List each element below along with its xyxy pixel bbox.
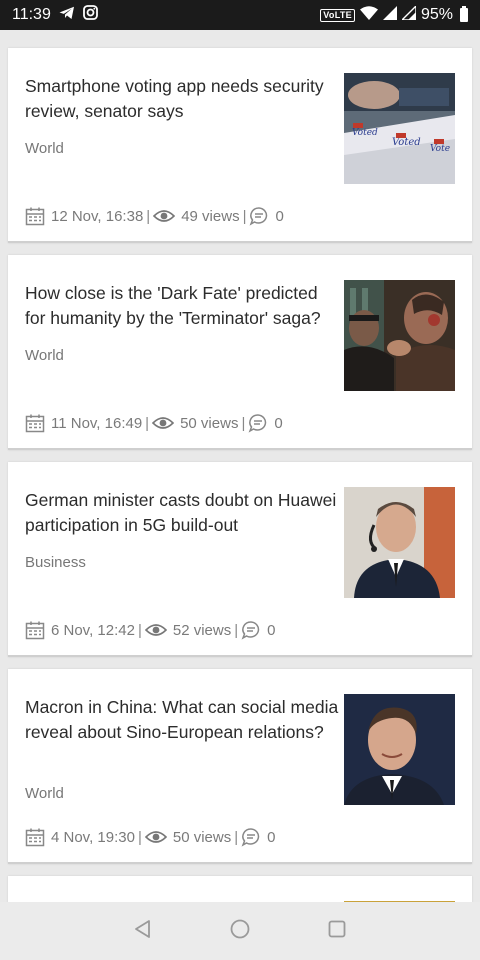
back-icon	[133, 919, 153, 944]
eye-icon	[144, 623, 167, 637]
recents-icon	[327, 919, 347, 944]
article-meta: 12 Nov, 16:38 | 49 views | 0	[25, 206, 284, 226]
calendar-icon	[25, 827, 45, 847]
article-category[interactable]: World	[25, 347, 64, 364]
article-card[interactable]: How close is the 'Dark Fate' predicted f…	[8, 255, 472, 450]
article-category[interactable]: World	[25, 785, 64, 802]
article-title[interactable]: Macron in China: What can social media r…	[25, 695, 340, 745]
eye-icon	[144, 830, 167, 844]
calendar-icon	[25, 620, 45, 640]
comment-icon	[241, 620, 261, 640]
instagram-icon	[82, 5, 98, 25]
article-card[interactable]: Smartphone voting app needs security rev…	[8, 48, 472, 243]
article-comments: 0	[267, 828, 276, 846]
article-card[interactable]: Macron in China: What can social media r…	[8, 669, 472, 864]
article-views: 50 views	[180, 414, 239, 432]
svg-text:Voted: Voted	[392, 137, 421, 148]
home-button[interactable]	[220, 911, 260, 951]
article-meta: 4 Nov, 19:30 | 50 views | 0	[25, 827, 275, 847]
article-comments: 0	[274, 414, 283, 432]
article-meta: 11 Nov, 16:49 | 50 views | 0	[25, 413, 283, 433]
news-feed[interactable]: Smartphone voting app needs security rev…	[0, 30, 480, 902]
article-title[interactable]: German minister casts doubt on Huawei pa…	[25, 488, 340, 538]
article-date: 12 Nov, 16:38	[51, 207, 144, 225]
navigation-bar	[0, 902, 480, 960]
signal-icon	[382, 5, 397, 25]
article-date: 6 Nov, 12:42	[51, 621, 135, 639]
article-category[interactable]: Business	[25, 554, 86, 571]
battery-percent: 95%	[420, 6, 453, 23]
voted-sticker-text: Voted	[352, 128, 378, 138]
article-title[interactable]: Smartphone voting app needs security rev…	[25, 74, 340, 124]
article-thumbnail[interactable]: Voted Voted Vote	[344, 73, 455, 184]
eye-icon	[152, 416, 175, 430]
svg-text:Vote: Vote	[430, 144, 450, 154]
article-category[interactable]: World	[25, 140, 64, 157]
article-views: 52 views	[172, 621, 232, 639]
back-button[interactable]	[123, 911, 163, 951]
calendar-icon	[25, 206, 45, 226]
article-date: 4 Nov, 19:30	[51, 828, 135, 846]
article-thumbnail[interactable]	[344, 487, 455, 598]
signal-icon-secondary	[400, 3, 417, 25]
status-time: 11:39	[12, 6, 51, 23]
comment-icon	[241, 827, 261, 847]
comment-icon	[249, 206, 269, 226]
article-meta: 6 Nov, 12:42 | 52 views | 0	[25, 620, 275, 640]
telegram-icon	[59, 6, 75, 25]
article-date: 11 Nov, 16:49	[51, 414, 143, 432]
article-card-partial[interactable]	[8, 876, 472, 902]
article-thumbnail[interactable]	[344, 280, 455, 391]
article-thumbnail[interactable]	[344, 694, 455, 805]
calendar-icon	[25, 413, 45, 433]
article-views: 50 views	[172, 828, 232, 846]
article-comments: 0	[267, 621, 276, 639]
article-card[interactable]: German minister casts doubt on Huawei pa…	[8, 462, 472, 657]
article-comments: 0	[275, 207, 284, 225]
recents-button[interactable]	[317, 911, 357, 951]
article-title[interactable]: How close is the 'Dark Fate' predicted f…	[25, 281, 340, 331]
battery-icon	[460, 6, 468, 22]
article-views: 49 views	[181, 207, 240, 225]
volte-badge: VoLTE	[320, 8, 355, 22]
status-bar: 11:39 VoLTE 95%	[0, 0, 480, 30]
comment-icon	[248, 413, 268, 433]
home-icon	[229, 918, 251, 945]
wifi-icon	[359, 5, 378, 25]
eye-icon	[153, 209, 176, 223]
